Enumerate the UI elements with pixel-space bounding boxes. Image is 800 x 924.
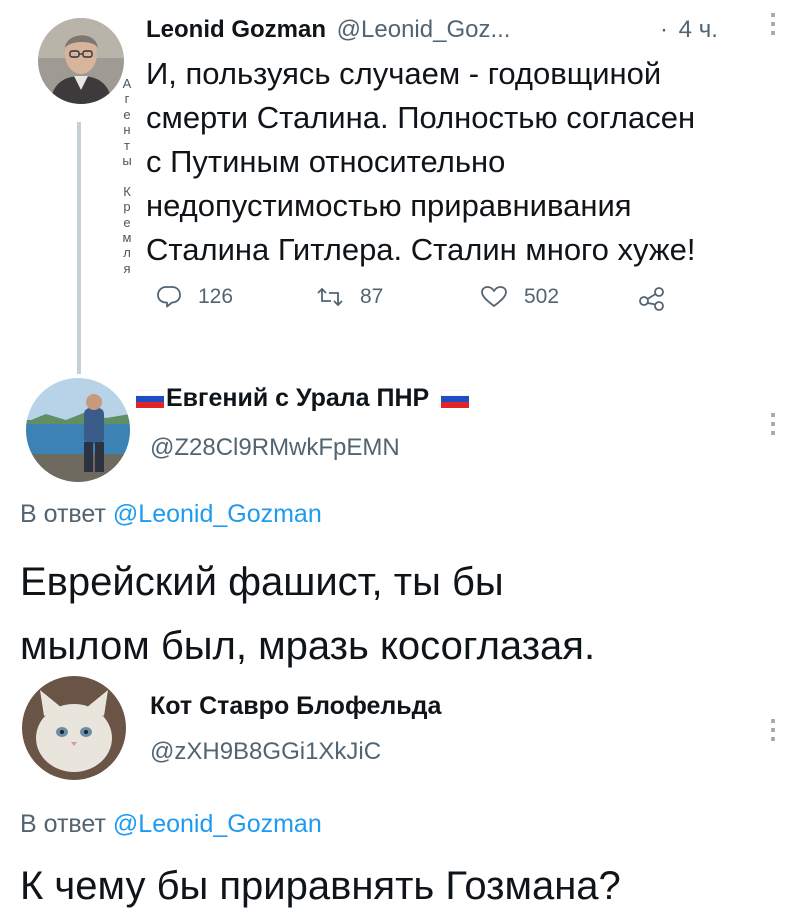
tweet-header: Leonid Gozman @Leonid_Goz... xyxy=(146,16,510,44)
side-label-letter: н xyxy=(123,122,131,138)
side-label-letter: г xyxy=(124,91,130,107)
reply-count: 126 xyxy=(198,285,234,308)
author-handle[interactable]: @Leonid_Goz... xyxy=(337,16,511,43)
reply-text: Еврейский фашист, ты бы мылом был, мразь… xyxy=(20,550,790,678)
side-label-letter xyxy=(121,168,133,183)
tweet-text-line: недопустимостью приравнивания xyxy=(146,188,632,223)
tweet-time[interactable]: · 4 ч. xyxy=(660,16,718,44)
side-label-vertical: Агенты КремляАгенты Кремля xyxy=(121,76,133,276)
share-button[interactable] xyxy=(638,285,682,311)
reply-to-prefix: В ответ xyxy=(20,810,106,838)
reply-to-line: В ответ @Leonid_Gozman xyxy=(20,500,322,529)
avatar-cat[interactable] xyxy=(22,676,126,780)
side-label-letter: я xyxy=(123,260,131,276)
retweet-icon xyxy=(317,287,343,307)
retweet-button[interactable]: 87 xyxy=(316,285,383,309)
reply-to-prefix: В ответ xyxy=(20,500,106,528)
tweet-reply[interactable]: Евгений с Урала ПНР @Z28Cl9RMwkFpEMN ⋮ В… xyxy=(0,370,800,668)
side-label-letter: е xyxy=(123,214,131,230)
timestamp: 4 ч. xyxy=(678,16,718,43)
retweet-count: 87 xyxy=(360,285,384,308)
more-icon[interactable]: ⋮ xyxy=(760,716,786,742)
side-label-letter: А xyxy=(122,76,132,91)
author-name[interactable]: Кот Ставро Блофельда xyxy=(150,692,441,721)
side-label-letter: ы xyxy=(122,153,132,169)
like-button[interactable]: 502 xyxy=(480,285,559,309)
tweet-original[interactable]: Leonid Gozman @Leonid_Goz... · 4 ч. ⋮ Аг… xyxy=(0,0,800,380)
tweet-reply[interactable]: Кот Ставро Блофельда @zXH9B8GGi1XkJiC ⋮ … xyxy=(0,668,800,924)
side-label-letter: К xyxy=(123,183,131,199)
author-name[interactable]: Евгений с Урала ПНР xyxy=(166,384,429,413)
russia-flag-icon xyxy=(441,389,470,408)
side-label-letter: т xyxy=(124,137,130,153)
reply-author-line: Евгений с Урала ПНР xyxy=(136,384,470,413)
thread-line xyxy=(77,122,81,374)
author-handle[interactable]: @zXH9B8GGi1XkJiC xyxy=(150,738,381,766)
reply-to-link[interactable]: @Leonid_Gozman xyxy=(113,500,322,528)
dot-separator: · xyxy=(660,16,668,43)
reply-to-line: В ответ @Leonid_Gozman xyxy=(20,810,322,839)
reply-to-link[interactable]: @Leonid_Gozman xyxy=(113,810,322,838)
side-label-letter: л xyxy=(123,245,131,261)
reply-button[interactable]: 126 xyxy=(156,285,233,309)
tweet-text-line: с Путиным относительно xyxy=(146,144,506,179)
author-name[interactable]: Leonid Gozman xyxy=(146,16,326,43)
tweet-text: И, пользуясь случаем - годовщиной смерти… xyxy=(146,52,786,272)
tweet-text-line: смерти Сталина. Полностью согласен xyxy=(146,100,696,135)
tweet-text-line: Сталина Гитлера. Сталин много хуже! xyxy=(146,232,696,267)
russia-flag-icon xyxy=(136,389,164,408)
reply-text: К чему бы приравнять Гозмана? xyxy=(20,854,790,918)
side-label-letter: р xyxy=(123,199,131,215)
tweet-text-line: И, пользуясь случаем - годовщиной xyxy=(146,56,662,91)
side-label-letter: е xyxy=(123,106,131,122)
side-label-letter: м xyxy=(122,230,132,246)
more-icon[interactable]: ⋮ xyxy=(760,410,786,436)
heart-icon xyxy=(481,286,507,307)
avatar-leonid-gozman[interactable] xyxy=(38,18,124,104)
reply-text-line: К чему бы приравнять Гозмана? xyxy=(20,864,621,908)
author-handle[interactable]: @Z28Cl9RMwkFpEMN xyxy=(150,434,400,462)
like-count: 502 xyxy=(524,285,560,308)
more-icon[interactable]: ⋮ xyxy=(760,10,786,36)
share-icon xyxy=(639,287,664,311)
avatar-evgeny[interactable] xyxy=(26,378,130,482)
reply-icon xyxy=(157,286,181,308)
reply-text-line: Еврейский фашист, ты бы xyxy=(20,560,504,604)
